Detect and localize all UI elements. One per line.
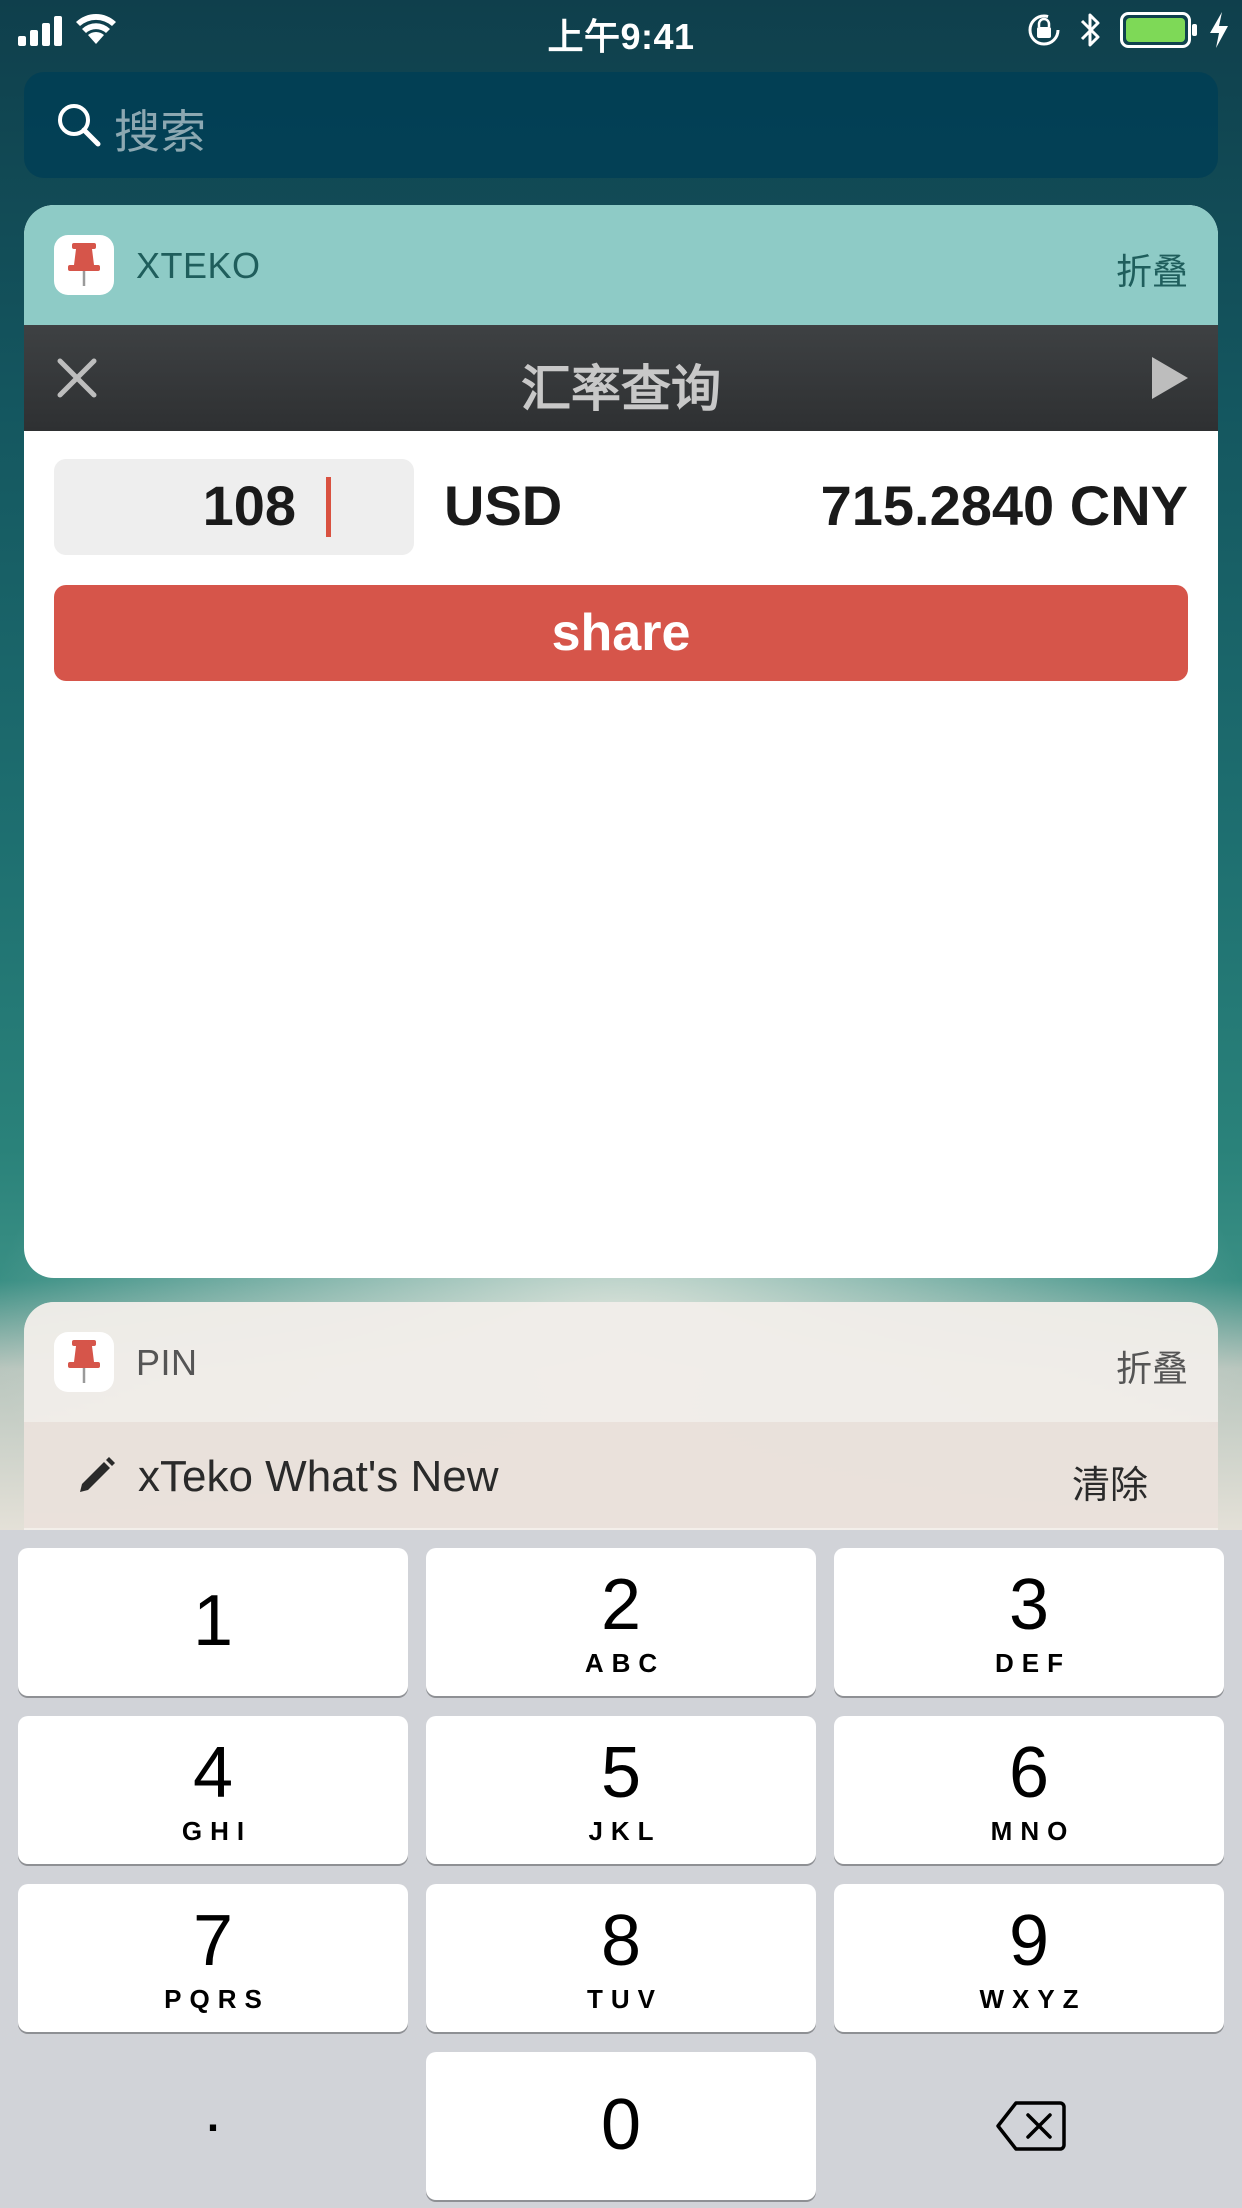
key-digit: 4 xyxy=(192,1733,234,1813)
key-letters: TUV xyxy=(587,1984,663,2014)
key-digit: 8 xyxy=(600,1901,642,1981)
key-digit: 6 xyxy=(1008,1733,1050,1813)
key-1[interactable]: 1 xyxy=(18,1548,408,1696)
status-bar: 上午9:41 xyxy=(0,0,1242,62)
key-digit: 5 xyxy=(600,1733,642,1813)
xteko-collapse-button[interactable]: 折叠 xyxy=(1116,243,1188,295)
key-6[interactable]: 6 MNO xyxy=(834,1716,1224,1864)
key-letters: GHI xyxy=(181,1816,253,1846)
xteko-toolbar: 汇率查询 xyxy=(24,325,1218,431)
key-dot[interactable]: . xyxy=(18,2052,408,2200)
key-digit: 1 xyxy=(192,1581,234,1661)
amount-value: 108 xyxy=(202,474,296,537)
key-digit: 7 xyxy=(192,1901,234,1981)
clear-button[interactable]: 清除 xyxy=(1072,1454,1148,1509)
xteko-widget: XTEKO 折叠 汇率查询 108 USD 715.2840 CNY share xyxy=(24,205,1218,1278)
search-icon xyxy=(58,104,101,147)
key-letters: JKL xyxy=(588,1816,662,1846)
pin-widget-header: PIN 折叠 xyxy=(24,1302,1218,1422)
key-digit: 2 xyxy=(600,1565,642,1645)
play-icon[interactable] xyxy=(1150,355,1190,401)
currency-from[interactable]: USD xyxy=(444,473,562,538)
amount-input[interactable]: 108 xyxy=(54,459,414,555)
key-letters: DEF xyxy=(995,1648,1071,1678)
xteko-widget-title: XTEKO xyxy=(136,245,261,286)
key-4[interactable]: 4 GHI xyxy=(18,1716,408,1864)
numeric-keypad: 1 2 ABC 3 DEF 4 GHI 5 JKL 6 MNO 7 PQRS 8… xyxy=(0,1530,1242,2208)
toolbar-title: 汇率查询 xyxy=(521,361,721,417)
key-dot-label: . xyxy=(206,2092,220,2141)
bluetooth-icon xyxy=(1080,13,1100,47)
key-2[interactable]: 2 ABC xyxy=(426,1548,816,1696)
key-digit: 3 xyxy=(1008,1565,1050,1645)
key-0[interactable]: 0 xyxy=(426,2052,816,2200)
converted-value: 715.2840 CNY xyxy=(820,474,1188,537)
charging-icon xyxy=(1210,12,1228,48)
key-digit: 0 xyxy=(600,2085,642,2165)
pin-app-icon xyxy=(54,1332,114,1392)
pin-item-title: xTeko What's New xyxy=(138,1452,499,1501)
key-9[interactable]: 9 WXYZ xyxy=(834,1884,1224,2032)
key-7[interactable]: 7 PQRS xyxy=(18,1884,408,2032)
search-placeholder: 搜索 xyxy=(114,106,206,158)
battery-icon xyxy=(1120,12,1197,48)
xteko-widget-header: XTEKO 折叠 xyxy=(24,205,1218,325)
key-5[interactable]: 5 JKL xyxy=(426,1716,816,1864)
pushpin-icon xyxy=(68,1340,100,1383)
pushpin-icon xyxy=(68,243,100,286)
backspace-icon xyxy=(996,2101,1066,2151)
pin-collapse-button[interactable]: 折叠 xyxy=(1116,1340,1188,1392)
pin-widget: PIN 折叠 xTeko What's New 清除 xyxy=(24,1302,1218,1532)
lock-rotation-icon xyxy=(1028,14,1060,46)
key-digit: 9 xyxy=(1008,1901,1050,1981)
share-button[interactable]: share xyxy=(54,585,1188,681)
key-letters: ABC xyxy=(584,1648,666,1678)
search-bar[interactable]: 搜索 xyxy=(24,72,1218,178)
key-letters: MNO xyxy=(990,1816,1076,1846)
key-8[interactable]: 8 TUV xyxy=(426,1884,816,2032)
pin-list-item[interactable]: xTeko What's New 清除 xyxy=(24,1422,1218,1528)
text-caret xyxy=(326,477,331,537)
pin-widget-title: PIN xyxy=(136,1342,198,1383)
key-3[interactable]: 3 DEF xyxy=(834,1548,1224,1696)
key-letters: PQRS xyxy=(164,1984,270,2014)
key-letters: WXYZ xyxy=(979,1984,1087,2014)
backspace-key[interactable] xyxy=(834,2052,1224,2200)
xteko-app-icon xyxy=(54,235,114,295)
pencil-icon xyxy=(80,1457,115,1492)
